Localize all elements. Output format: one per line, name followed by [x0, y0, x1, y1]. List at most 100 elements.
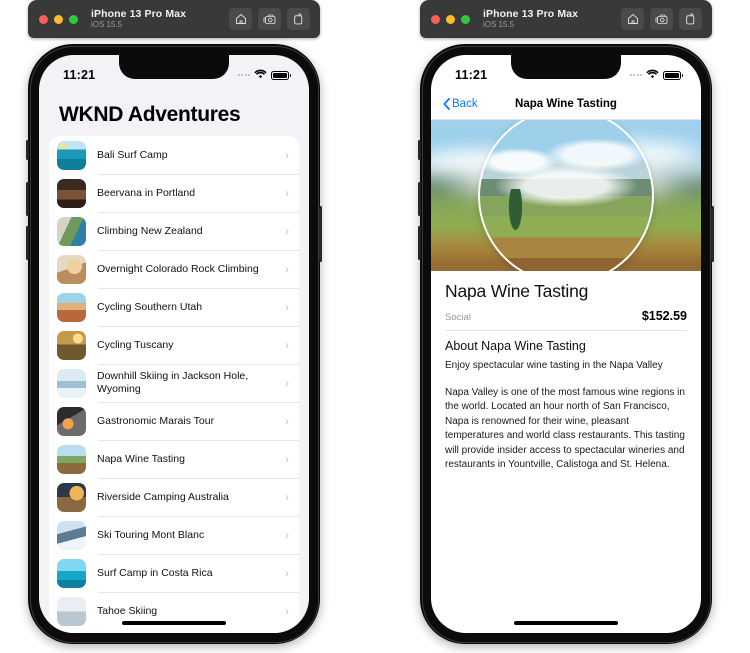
- home-button[interactable]: [621, 8, 644, 30]
- status-indicators: [237, 66, 291, 84]
- phone-screen-list: 11:21 WKND Adventures Bali Surf Camp › B…: [39, 55, 309, 633]
- screenshot-button[interactable]: [258, 8, 281, 30]
- hero-circle-image: [478, 120, 654, 271]
- power-button[interactable]: [319, 206, 322, 262]
- thumbnail-image: [57, 482, 86, 512]
- home-indicator[interactable]: [514, 621, 618, 625]
- screenshot-camera-icon: [263, 13, 276, 25]
- thumbnail-image: [57, 178, 86, 208]
- silent-switch[interactable]: [26, 140, 29, 160]
- thumbnail-image: [57, 558, 86, 588]
- adventure-meta: Social $152.59: [445, 309, 687, 323]
- vineyard-photo: [480, 120, 652, 271]
- chevron-right-icon: ›: [285, 490, 289, 504]
- volume-down-button[interactable]: [418, 226, 421, 260]
- chevron-right-icon: ›: [285, 262, 289, 276]
- volume-down-button[interactable]: [26, 226, 29, 260]
- wifi-icon: [254, 66, 267, 84]
- back-button[interactable]: Back: [443, 98, 478, 110]
- list-item-label: Napa Wine Tasting: [97, 452, 185, 465]
- close-window-button[interactable]: [39, 14, 48, 24]
- hero-image: [431, 120, 701, 271]
- cellular-signal-icon: [629, 74, 642, 76]
- divider: [445, 330, 687, 331]
- os-version: iOS 15.5: [91, 19, 123, 29]
- simulator-window-list: iPhone 13 Pro Max iOS 15.5 11:21 WKND Ad…: [26, 0, 322, 644]
- chevron-right-icon: ›: [285, 376, 289, 390]
- notch: [119, 55, 229, 79]
- volume-up-button[interactable]: [26, 182, 29, 216]
- list-item[interactable]: Beervana in Portland ›: [49, 174, 299, 212]
- list-item[interactable]: Gastronomic Marais Tour ›: [49, 402, 299, 440]
- record-button[interactable]: [679, 8, 702, 30]
- volume-up-button[interactable]: [418, 182, 421, 216]
- chevron-right-icon: ›: [285, 148, 289, 162]
- list-item[interactable]: Ski Touring Mont Blanc ›: [49, 516, 299, 554]
- list-item-label: Bali Surf Camp: [97, 148, 168, 161]
- zoom-window-button[interactable]: [69, 14, 78, 24]
- page-title: WKND Adventures: [59, 103, 241, 126]
- list-item-label: Ski Touring Mont Blanc: [97, 528, 205, 541]
- record-icon: [685, 13, 696, 25]
- list-item[interactable]: Bali Surf Camp ›: [49, 136, 299, 174]
- window-title-block: iPhone 13 Pro Max iOS 15.5: [483, 7, 579, 29]
- screenshot-button[interactable]: [650, 8, 673, 30]
- list-item-label: Surf Camp in Costa Rica: [97, 566, 213, 579]
- minimize-window-button[interactable]: [446, 14, 455, 24]
- device-name: iPhone 13 Pro Max: [483, 7, 579, 20]
- window-traffic-lights[interactable]: [431, 14, 470, 24]
- chevron-right-icon: ›: [285, 414, 289, 428]
- back-button-label: Back: [452, 98, 478, 110]
- phone-screen-detail: 11:21 Back Napa Wine Tasting Napa Wine T…: [431, 55, 701, 633]
- silent-switch[interactable]: [418, 140, 421, 160]
- status-indicators: [629, 66, 683, 84]
- simulator-titlebar: iPhone 13 Pro Max iOS 15.5: [28, 0, 320, 38]
- home-icon: [235, 13, 247, 25]
- detail-content: Napa Wine Tasting Social $152.59 About N…: [431, 271, 701, 473]
- home-button[interactable]: [229, 8, 252, 30]
- list-item-label: Cycling Tuscany: [97, 338, 174, 351]
- chevron-right-icon: ›: [285, 338, 289, 352]
- list-item[interactable]: Climbing New Zealand ›: [49, 212, 299, 250]
- thumbnail-image: [57, 330, 86, 360]
- notch: [511, 55, 621, 79]
- home-icon: [627, 13, 639, 25]
- window-traffic-lights[interactable]: [39, 14, 78, 24]
- record-icon: [293, 13, 304, 25]
- device-name: iPhone 13 Pro Max: [91, 7, 187, 20]
- thumbnail-image: [57, 368, 86, 398]
- record-button[interactable]: [287, 8, 310, 30]
- list-item[interactable]: Surf Camp in Costa Rica ›: [49, 554, 299, 592]
- chevron-right-icon: ›: [285, 604, 289, 618]
- list-item-label: Riverside Camping Australia: [97, 490, 229, 503]
- adventures-list: Bali Surf Camp › Beervana in Portland › …: [49, 136, 299, 633]
- close-window-button[interactable]: [431, 14, 440, 24]
- adventure-title: Napa Wine Tasting: [445, 281, 589, 301]
- list-item[interactable]: Cycling Southern Utah ›: [49, 288, 299, 326]
- tree-shape: [507, 188, 523, 234]
- about-lead: Enjoy spectacular wine tasting in the Na…: [445, 360, 663, 371]
- wifi-icon: [646, 66, 659, 84]
- zoom-window-button[interactable]: [461, 14, 470, 24]
- home-indicator[interactable]: [122, 621, 226, 625]
- simulator-window-detail: iPhone 13 Pro Max iOS 15.5 11:21 Back Na…: [418, 0, 714, 644]
- list-item[interactable]: Overnight Colorado Rock Climbing ›: [49, 250, 299, 288]
- list-item[interactable]: Riverside Camping Australia ›: [49, 478, 299, 516]
- list-item-label: Tahoe Skiing: [97, 604, 158, 617]
- thumbnail-image: [57, 216, 86, 246]
- list-item[interactable]: Napa Wine Tasting ›: [49, 440, 299, 478]
- thumbnail-image: [57, 292, 86, 322]
- about-heading: About Napa Wine Tasting: [445, 339, 586, 353]
- thumbnail-image: [57, 520, 86, 550]
- thumbnail-image: [57, 444, 86, 474]
- list-item-label: Cycling Southern Utah: [97, 300, 203, 313]
- list-item-label: Overnight Colorado Rock Climbing: [97, 262, 259, 275]
- list-item[interactable]: Downhill Skiing in Jackson Hole, Wyoming…: [49, 364, 299, 402]
- list-item-label: Climbing New Zealand: [97, 224, 203, 237]
- list-item[interactable]: Cycling Tuscany ›: [49, 326, 299, 364]
- chevron-right-icon: ›: [285, 528, 289, 542]
- minimize-window-button[interactable]: [54, 14, 63, 24]
- power-button[interactable]: [711, 206, 714, 262]
- chevron-right-icon: ›: [285, 452, 289, 466]
- battery-icon: [663, 70, 683, 80]
